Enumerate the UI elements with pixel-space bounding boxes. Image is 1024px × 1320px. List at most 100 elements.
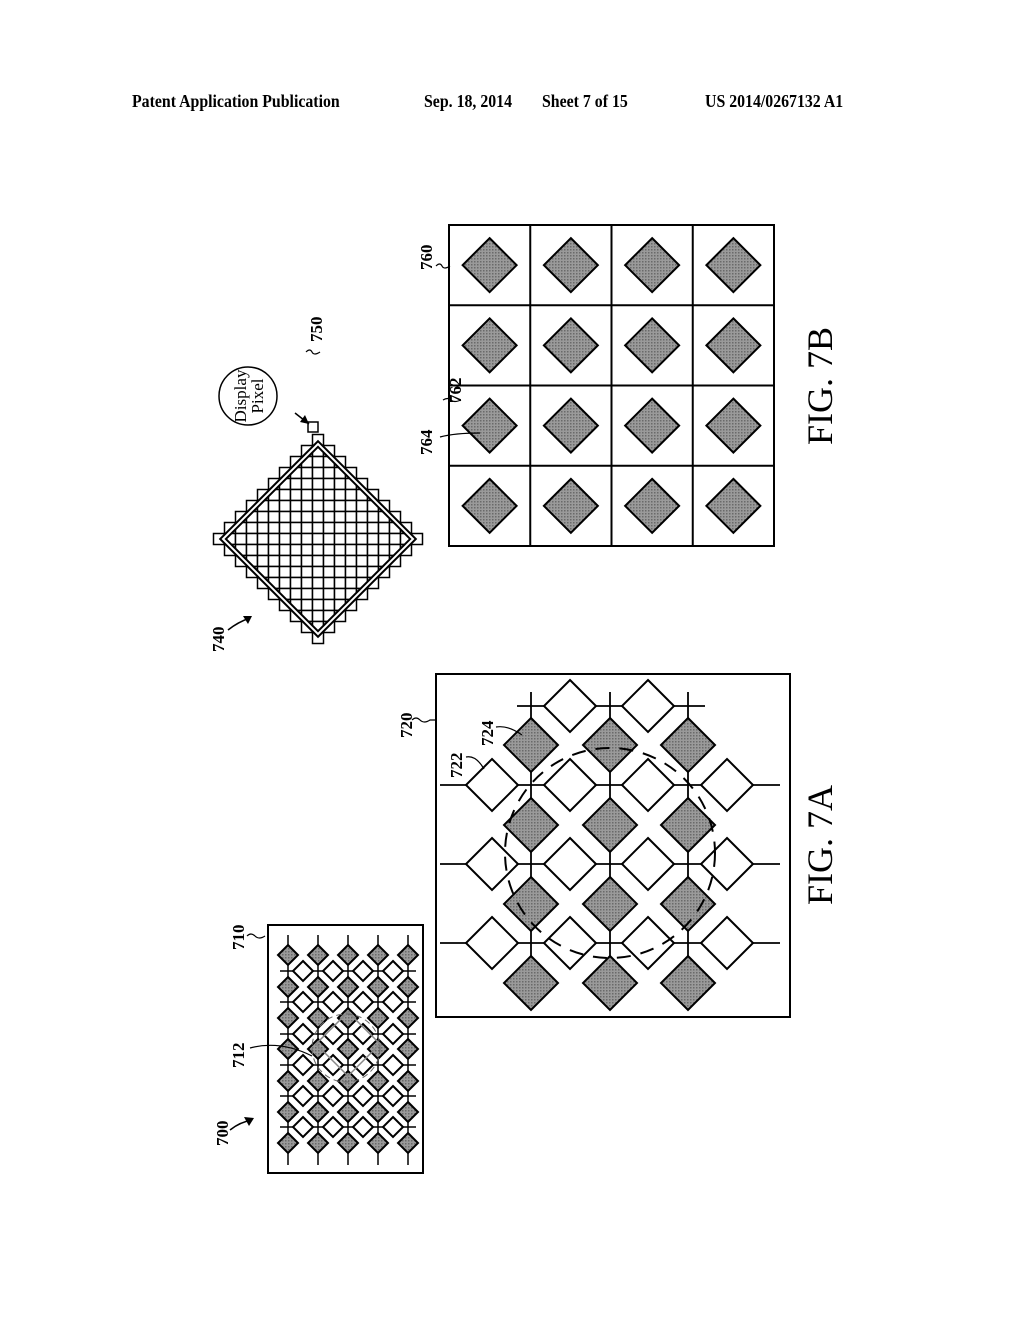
display-pixel-cell	[278, 565, 292, 579]
display-pixel-cell	[300, 598, 314, 612]
display-pixel-cell	[267, 554, 281, 568]
display-pixel-cell	[322, 510, 336, 524]
display-pixel-cell	[300, 565, 314, 579]
display-pixel-cell	[278, 532, 292, 546]
display-pixel-cell	[344, 510, 358, 524]
display-pixel-cell	[278, 554, 292, 568]
display-pixel-cell	[366, 532, 380, 546]
display-pixel-cell	[333, 521, 347, 535]
display-pixel-cell	[322, 521, 336, 535]
display-pixel-cell	[289, 576, 303, 590]
display-pixel-cell	[366, 521, 380, 535]
display-pixel-cell	[322, 587, 336, 601]
display-pixel-cell	[377, 521, 391, 535]
label-760: 760	[417, 245, 436, 271]
display-pixel-cell	[300, 488, 314, 502]
display-pixel-cell	[289, 565, 303, 579]
display-pixel-cell	[300, 576, 314, 590]
display-pixel-cell	[322, 543, 336, 557]
display-pixel-cell	[333, 532, 347, 546]
display-pixel-cell	[311, 543, 325, 557]
display-pixel-cell	[344, 565, 358, 579]
display-pixel-cell	[289, 488, 303, 502]
display-pixel-cell	[344, 543, 358, 557]
display-pixel-cell	[245, 521, 259, 535]
caption-fig7a: FIG. 7A	[800, 785, 840, 905]
display-pixel-cell	[300, 532, 314, 546]
display-pixel-cell	[289, 554, 303, 568]
fig7b-pixel-diamond-740	[212, 433, 424, 645]
display-pixel-cell	[333, 543, 347, 557]
display-pixel-cell	[322, 576, 336, 590]
drawing-sheet: Display Pixel 760 750 764 762 740 720 72…	[209, 224, 840, 1174]
display-pixel-cell	[311, 466, 325, 480]
display-pixel-cell	[311, 587, 325, 601]
display-pixel-cell	[355, 510, 369, 524]
display-pixel-cell	[377, 543, 391, 557]
display-pixel-cell	[311, 521, 325, 535]
display-pixel-cell	[366, 510, 380, 524]
display-pixel-cell	[344, 576, 358, 590]
display-pixel-cell	[245, 532, 259, 546]
display-pixel-cell	[333, 488, 347, 502]
display-pixel-cell	[311, 609, 325, 623]
label-740: 740	[209, 627, 228, 653]
display-pixel-cell	[267, 532, 281, 546]
display-pixel-cell	[289, 587, 303, 601]
display-pixel-cell	[311, 499, 325, 513]
caption-fig7b: FIG. 7B	[800, 327, 840, 445]
display-pixel-cell	[311, 565, 325, 579]
display-pixel-cell	[355, 554, 369, 568]
display-pixel-square	[307, 421, 319, 433]
display-pixel-cell	[322, 554, 336, 568]
display-pixel-cell	[300, 554, 314, 568]
display-pixel-cell	[289, 532, 303, 546]
display-pixel-cell	[333, 477, 347, 491]
display-pixel-cell	[278, 543, 292, 557]
display-pixel-cell	[322, 598, 336, 612]
label-724: 724	[478, 720, 497, 746]
fig7b-grid-760	[448, 224, 775, 547]
display-pixel-cell	[267, 565, 281, 579]
display-pixel-cell	[278, 576, 292, 590]
display-pixel-cell	[322, 499, 336, 513]
display-pixel-cell	[278, 499, 292, 513]
display-pixel-cell	[311, 455, 325, 469]
display-pixel-cell	[344, 554, 358, 568]
display-pixel-cell	[256, 532, 270, 546]
fig7a-panel-710	[267, 924, 424, 1174]
display-pixel-cell	[322, 466, 336, 480]
display-pixel-cell	[300, 543, 314, 557]
display-pixel-cell	[289, 510, 303, 524]
label-710: 710	[229, 925, 248, 951]
label-764: 764	[417, 429, 436, 455]
label-700: 700	[213, 1121, 232, 1147]
display-pixel-cell	[300, 466, 314, 480]
display-pixel-cell	[256, 543, 270, 557]
display-pixel-cell	[256, 510, 270, 524]
display-pixel-cell	[311, 598, 325, 612]
display-pixel-cell	[333, 499, 347, 513]
display-pixel-cell	[355, 532, 369, 546]
display-pixel-cell	[289, 543, 303, 557]
display-pixel-cell	[311, 488, 325, 502]
display-pixel-cell	[311, 477, 325, 491]
display-pixel-cell	[267, 543, 281, 557]
display-pixel-cell	[245, 543, 259, 557]
display-pixel-cell	[311, 554, 325, 568]
display-pixel-cell	[300, 521, 314, 535]
display-pixel-cell	[300, 499, 314, 513]
display-pixel-cell	[344, 499, 358, 513]
display-pixel-cell	[344, 521, 358, 535]
display-pixel-cell	[234, 532, 248, 546]
display-pixel-cell	[300, 510, 314, 524]
display-pixel-cell	[289, 499, 303, 513]
label-720: 720	[397, 713, 416, 739]
display-pixel-cell	[278, 488, 292, 502]
display-pixel-cell	[278, 521, 292, 535]
display-pixel-cell	[311, 576, 325, 590]
display-pixel-callout: Display Pixel	[218, 366, 319, 433]
display-pixel-cell	[322, 477, 336, 491]
display-pixel-cell	[355, 521, 369, 535]
display-pixel-cell	[333, 576, 347, 590]
